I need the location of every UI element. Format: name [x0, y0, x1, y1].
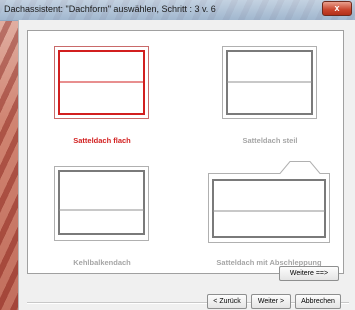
option-label: Satteldach flach — [73, 136, 131, 145]
close-button[interactable]: x — [322, 1, 352, 16]
option-satteldach-flach[interactable]: Satteldach flach — [54, 46, 149, 145]
option-satteldach-steil[interactable]: Satteldach steil — [222, 46, 317, 145]
cancel-button[interactable]: Abbrechen — [295, 294, 341, 309]
title-bar[interactable]: Dachassistent: "Dachform" auswählen, Sch… — [0, 0, 355, 21]
kehlbalkendach-icon — [54, 166, 149, 241]
option-label: Kehlbalkendach — [73, 258, 131, 267]
satteldach-steil-icon — [222, 46, 317, 119]
back-button[interactable]: < Zurück — [207, 294, 247, 309]
more-button[interactable]: Weitere ==> — [279, 266, 339, 281]
option-kehlbalkendach[interactable]: Kehlbalkendach — [54, 166, 149, 267]
option-satteldach-mit-abschleppung[interactable]: Satteldach mit Abschleppung — [208, 161, 330, 267]
option-label: Satteldach steil — [242, 136, 298, 145]
satteldach-flach-icon — [54, 46, 149, 119]
next-button[interactable]: Weiter > — [251, 294, 291, 309]
dialog-client-area: Satteldach flach Satteldach steil Kehlba… — [18, 20, 355, 310]
window-title: Dachassistent: "Dachform" auswählen, Sch… — [4, 4, 216, 14]
satteldach-mit-abschleppung-icon — [208, 161, 330, 243]
roof-shape-panel: Satteldach flach Satteldach steil Kehlba… — [27, 30, 344, 274]
wizard-dialog: Dachassistent: "Dachform" auswählen, Sch… — [0, 0, 355, 310]
